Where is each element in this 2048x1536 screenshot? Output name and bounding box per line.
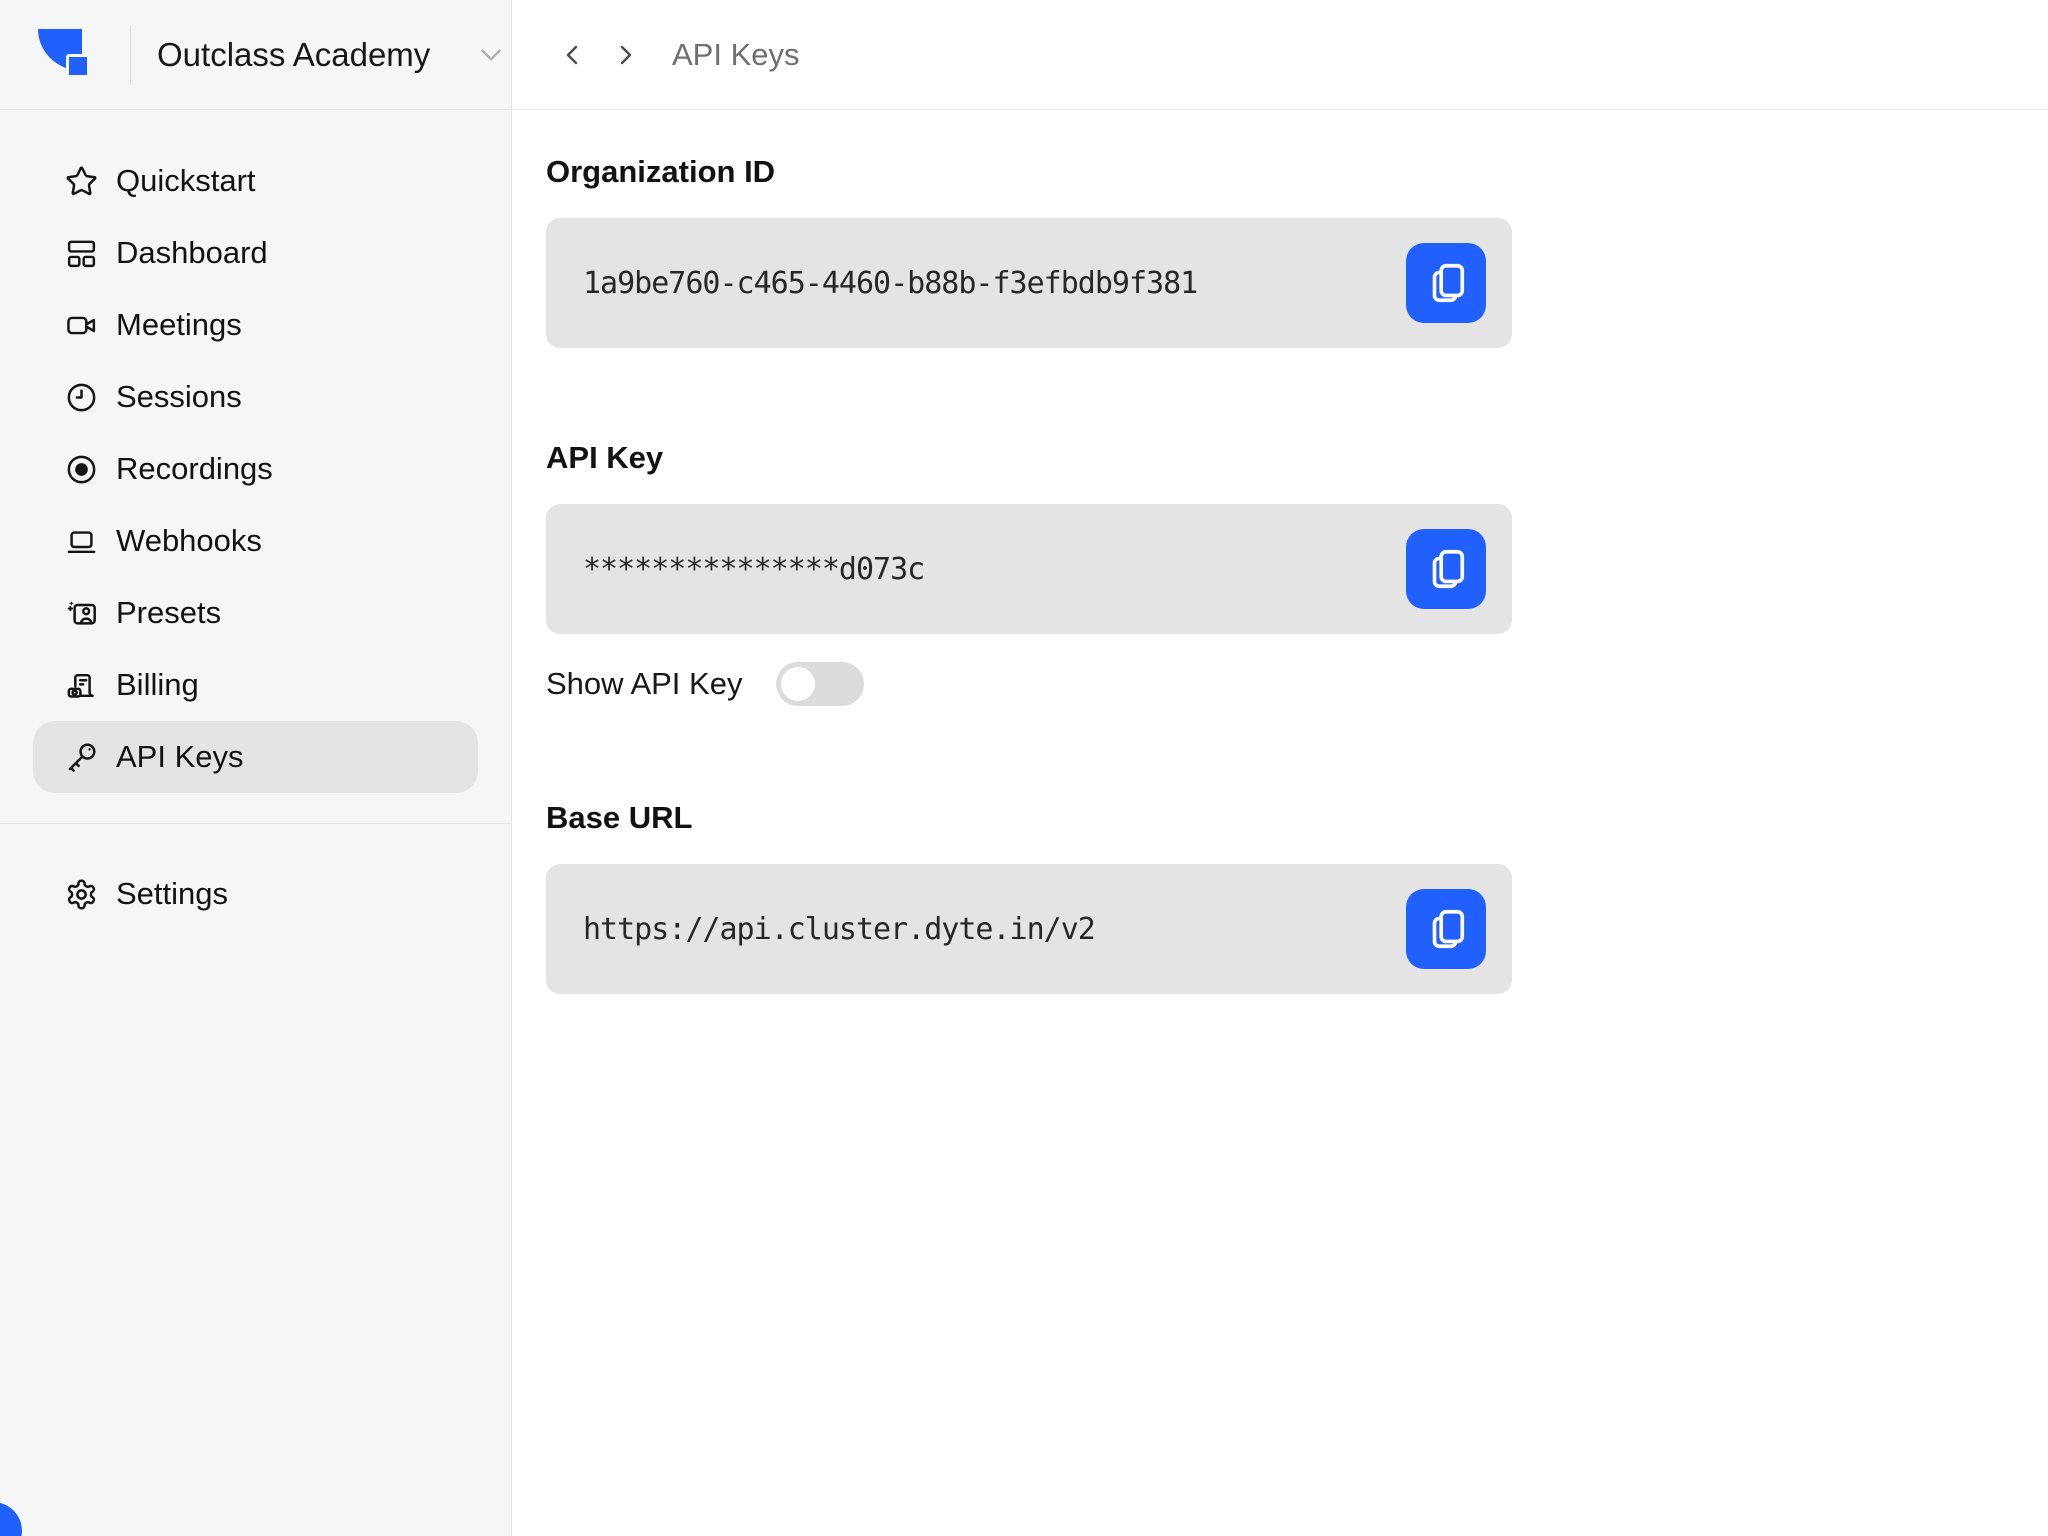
sidebar-item-label: Webhooks: [116, 523, 262, 558]
video-camera-icon: [65, 309, 98, 342]
base-url-label: Base URL: [546, 800, 693, 835]
org-name[interactable]: Outclass Academy: [157, 36, 430, 74]
app-window: Outclass Academy Quickstart Dashboard Me…: [0, 0, 2048, 1536]
sidebar-item-label: Recordings: [116, 451, 273, 486]
header-separator: [130, 24, 131, 85]
back-button[interactable]: [552, 35, 592, 75]
organization-id-field: 1a9be760-c465-4460-b88b-f3efbdb9f381: [546, 218, 1512, 348]
dashboard-panels-icon: [65, 237, 98, 270]
show-api-key-label: Show API Key: [546, 666, 743, 701]
api-key-value: ***************d073c: [583, 551, 925, 587]
sidebar-divider: [0, 823, 511, 824]
key-icon: [65, 741, 98, 774]
gear-icon: [65, 878, 98, 911]
copy-icon: [1432, 909, 1465, 949]
api-key-field: ***************d073c: [546, 504, 1512, 634]
sidebar-item-label: Sessions: [116, 379, 242, 414]
sidebar-item-label: Meetings: [116, 307, 242, 342]
sidebar-item-label: Settings: [116, 876, 229, 911]
sidebar-item-label: Presets: [116, 595, 222, 630]
organization-id-value: 1a9be760-c465-4460-b88b-f3efbdb9f381: [583, 265, 1198, 301]
sidebar-item-billing[interactable]: Billing: [33, 649, 478, 721]
sidebar: Outclass Academy Quickstart Dashboard Me…: [0, 0, 512, 1536]
sidebar-item-webhooks[interactable]: Webhooks: [33, 505, 478, 577]
forward-button[interactable]: [606, 35, 646, 75]
sidebar-item-label: Quickstart: [116, 163, 256, 198]
api-key-label: API Key: [546, 440, 664, 475]
clock-icon: [65, 381, 98, 414]
sidebar-item-label: Dashboard: [116, 235, 268, 270]
show-api-key-toggle[interactable]: [776, 662, 865, 706]
sidebar-nav: Quickstart Dashboard Meetings Sessions R…: [0, 145, 511, 793]
copy-base-url-button[interactable]: [1406, 889, 1486, 969]
page-title: API Keys: [672, 36, 800, 72]
copy-api-key-button[interactable]: [1406, 529, 1486, 609]
sidebar-item-label: Billing: [116, 667, 199, 702]
base-url-field: https://api.cluster.dyte.in/v2: [546, 864, 1512, 994]
section-organization-id: Organization ID 1a9be760-c465-4460-b88b-…: [546, 152, 2048, 348]
sidebar-item-presets[interactable]: Presets: [33, 577, 478, 649]
sidebar-item-label: API Keys: [116, 739, 244, 774]
sidebar-item-api-keys[interactable]: API Keys: [33, 721, 478, 793]
floating-widget-fragment[interactable]: [0, 1502, 22, 1536]
sidebar-item-sessions[interactable]: Sessions: [33, 361, 478, 433]
copy-icon: [1432, 263, 1465, 303]
copy-icon: [1432, 549, 1465, 589]
dyte-logo-icon: [38, 27, 94, 83]
sidebar-item-recordings[interactable]: Recordings: [33, 433, 478, 505]
page-header: API Keys: [512, 0, 2048, 110]
preset-person-icon: [65, 597, 98, 630]
show-api-key-row: Show API Key: [546, 660, 2048, 708]
base-url-value: https://api.cluster.dyte.in/v2: [583, 911, 1096, 947]
sidebar-item-quickstart[interactable]: Quickstart: [33, 145, 478, 217]
api-keys-content: Organization ID 1a9be760-c465-4460-b88b-…: [512, 110, 2048, 1084]
sidebar-footer: Settings: [0, 858, 511, 930]
laptop-icon: [65, 525, 98, 558]
sidebar-item-dashboard[interactable]: Dashboard: [33, 217, 478, 289]
section-api-key: API Key ***************d073c Show API Ke…: [546, 438, 2048, 708]
sidebar-item-settings[interactable]: Settings: [33, 858, 478, 930]
org-switcher[interactable]: Outclass Academy: [0, 0, 511, 110]
record-icon: [65, 453, 98, 486]
sidebar-item-meetings[interactable]: Meetings: [33, 289, 478, 361]
chevron-down-icon[interactable]: [474, 38, 508, 72]
receipt-icon: [65, 669, 98, 702]
copy-organization-id-button[interactable]: [1406, 243, 1486, 323]
main-panel: API Keys Organization ID 1a9be760-c465-4…: [512, 0, 2048, 1536]
star-icon: [65, 165, 98, 198]
section-base-url: Base URL https://api.cluster.dyte.in/v2: [546, 798, 2048, 994]
organization-id-label: Organization ID: [546, 154, 776, 189]
toggle-knob: [781, 667, 816, 701]
